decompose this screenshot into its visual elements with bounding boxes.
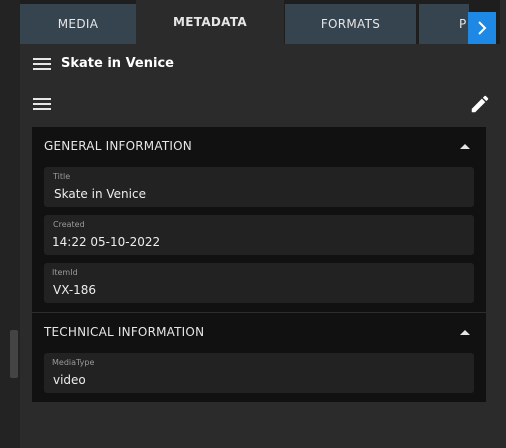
mediatype-field[interactable]: MediaType video	[44, 353, 474, 393]
title-field[interactable]: Title Skate in Venice	[44, 167, 474, 207]
field-label: ItemId	[52, 268, 78, 277]
itemid-field[interactable]: ItemId VX-186	[44, 263, 474, 303]
created-field[interactable]: Created 14:22 05-10-2022	[44, 215, 474, 255]
metadata-panel: MEDIA METADATA FORMATS P Skate in Venice…	[20, 0, 500, 448]
field-value: video	[53, 373, 86, 387]
field-label: Title	[53, 172, 71, 181]
section-technical-information[interactable]: TECHNICAL INFORMATION	[32, 313, 486, 351]
tab-truncated[interactable]: P	[419, 4, 469, 44]
caret-up-icon[interactable]	[460, 143, 470, 149]
field-label: MediaType	[52, 358, 95, 367]
left-side-strip	[0, 0, 20, 448]
tab-formats[interactable]: FORMATS	[285, 4, 416, 44]
pencil-icon	[471, 95, 489, 113]
chevron-right-icon	[478, 21, 487, 35]
caret-up-icon[interactable]	[460, 329, 470, 335]
list-menu-icon[interactable]	[33, 97, 51, 111]
section-title: GENERAL INFORMATION	[44, 139, 192, 153]
metadata-card: GENERAL INFORMATION Title Skate in Venic…	[32, 127, 486, 402]
field-label: Created	[53, 220, 85, 229]
page-title: Skate in Venice	[61, 56, 174, 71]
field-value: 14:22 05-10-2022	[52, 235, 161, 249]
resize-handle[interactable]	[10, 330, 18, 378]
tab-bar: MEDIA METADATA FORMATS P	[20, 0, 500, 44]
field-value: Skate in Venice	[54, 187, 146, 201]
tab-scroll-right-button[interactable]	[468, 12, 496, 44]
section-general-information[interactable]: GENERAL INFORMATION	[32, 127, 486, 165]
menu-icon[interactable]	[33, 57, 51, 71]
edit-button[interactable]	[469, 93, 491, 115]
tab-metadata[interactable]: METADATA	[136, 0, 284, 44]
tab-media[interactable]: MEDIA	[20, 4, 136, 44]
item-title-row: Skate in Venice	[20, 44, 500, 84]
field-value: VX-186	[53, 283, 97, 297]
section-title: TECHNICAL INFORMATION	[44, 325, 205, 339]
